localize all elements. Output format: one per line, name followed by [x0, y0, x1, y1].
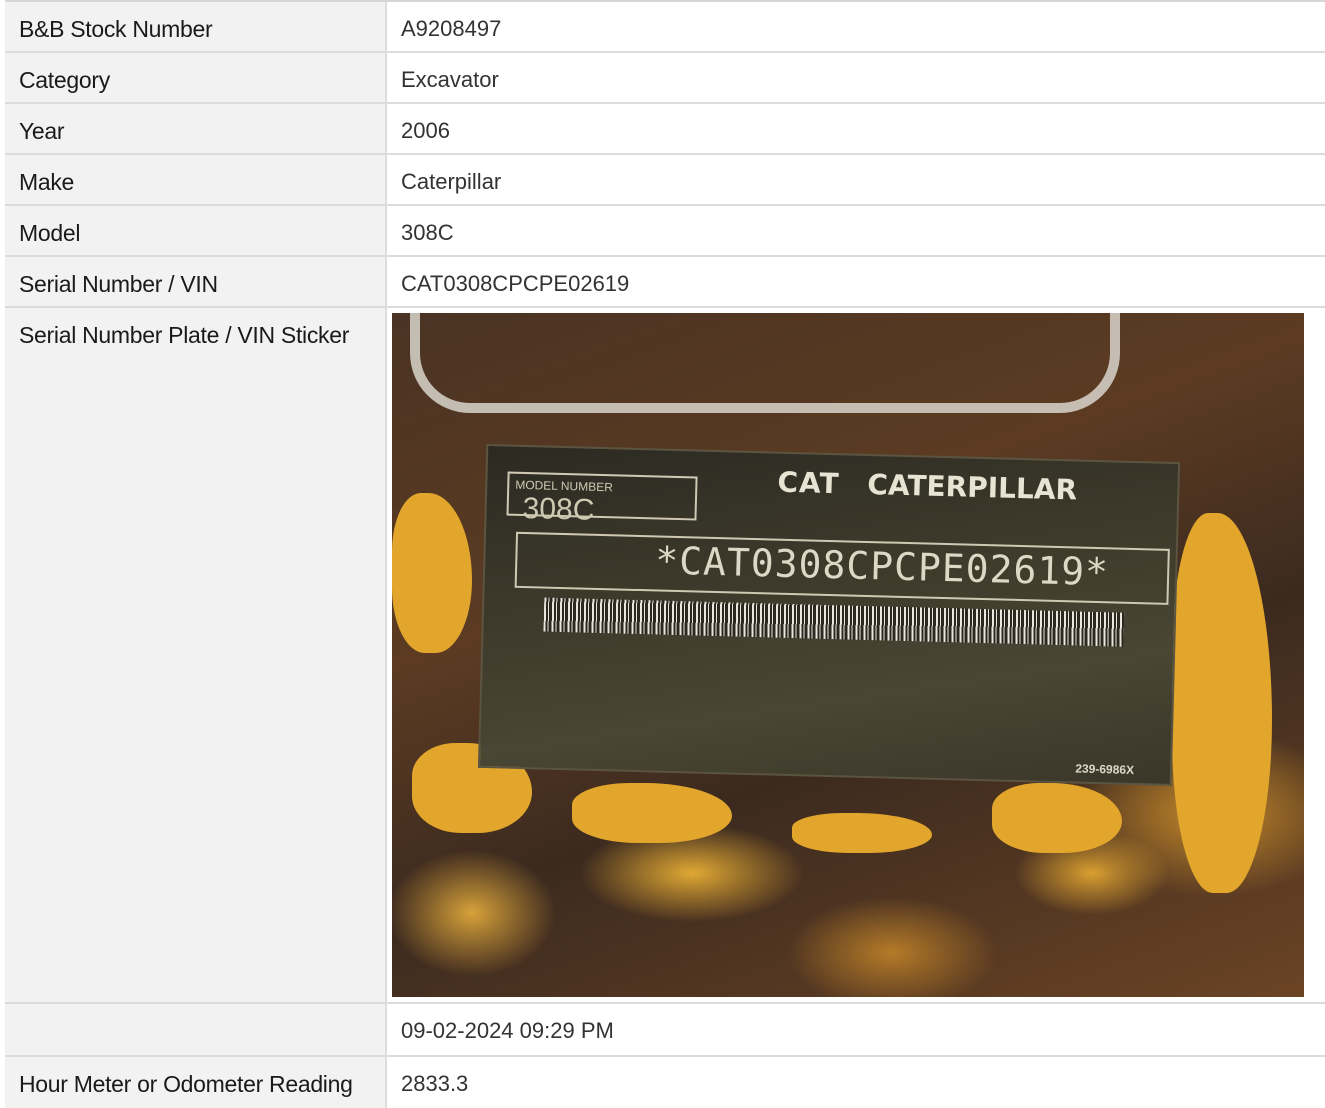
row-label-category: Category [5, 53, 387, 102]
row-value-timestamp: 09-02-2024 09:29 PM [401, 1018, 614, 1043]
row-label-stock-number: B&B Stock Number [5, 2, 387, 51]
chalk-marking [410, 313, 1120, 413]
row-value-year: 2006 [401, 118, 450, 143]
row-value-hour-meter: 2833.3 [401, 1071, 469, 1096]
row-label-timestamp [5, 1004, 387, 1055]
paint-patch [572, 783, 732, 843]
row-label-model: Model [5, 206, 387, 255]
row-value-stock-number: A9208497 [401, 16, 502, 41]
table-row: Category Excavator [5, 53, 1325, 104]
paint-patch [1172, 513, 1272, 893]
row-label-make: Make [5, 155, 387, 204]
model-number-box: MODEL NUMBER 308C [506, 471, 698, 527]
row-label-hour-meter: Hour Meter or Odometer Reading [5, 1057, 387, 1108]
table-row: Year 2006 [5, 104, 1325, 155]
row-value-make: Caterpillar [401, 169, 502, 194]
row-value-model: 308C [401, 220, 454, 245]
row-label-serial-plate: Serial Number Plate / VIN Sticker [5, 308, 387, 1002]
table-row: Serial Number / VIN CAT0308CPCPE02619 [5, 257, 1325, 308]
cat-logo: CAT [777, 465, 841, 501]
table-row: Model 308C [5, 206, 1325, 257]
row-label-serial-number: Serial Number / VIN [5, 257, 387, 306]
paint-patch [392, 493, 472, 653]
caterpillar-logo: CATERPILLAR [866, 467, 1078, 507]
table-row: B&B Stock Number A9208497 [5, 2, 1325, 53]
table-row: Serial Number Plate / VIN Sticker MODEL … [5, 308, 1325, 1004]
row-value-serial-number: CAT0308CPCPE02619 [401, 271, 630, 296]
table-row: 09-02-2024 09:29 PM [5, 1004, 1325, 1057]
model-number-value: 308C [522, 491, 595, 527]
row-label-year: Year [5, 104, 387, 153]
row-value-category: Excavator [401, 67, 499, 92]
table-row: Hour Meter or Odometer Reading 2833.3 [5, 1057, 1325, 1108]
table-row: Make Caterpillar [5, 155, 1325, 206]
serial-plate-photo[interactable]: MODEL NUMBER 308C CAT CATERPILLAR *CAT03… [392, 313, 1304, 997]
paint-patch [992, 783, 1122, 853]
paint-patch [792, 813, 932, 853]
equipment-spec-table: B&B Stock Number A9208497 Category Excav… [5, 0, 1325, 1108]
barcode [543, 597, 1125, 647]
row-value-serial-plate: MODEL NUMBER 308C CAT CATERPILLAR *CAT03… [387, 308, 1325, 1002]
plate-part-code: 239-6986X [1075, 761, 1135, 778]
serial-number-plate: MODEL NUMBER 308C CAT CATERPILLAR *CAT03… [477, 443, 1181, 787]
